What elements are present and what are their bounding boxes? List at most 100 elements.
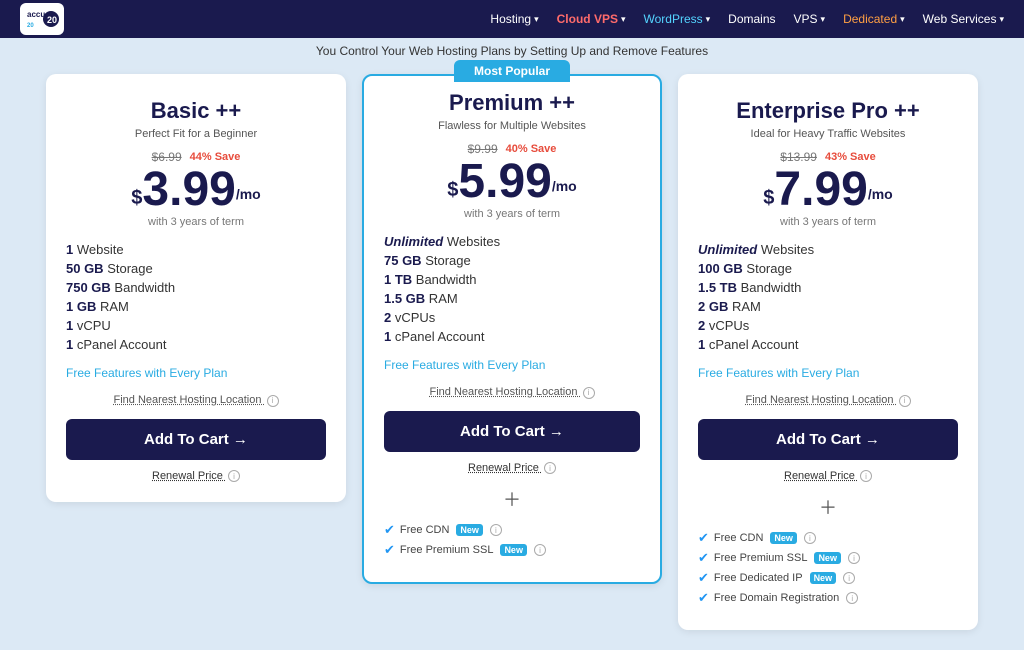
info-icon: i: [544, 462, 556, 474]
list-item: Unlimited Websites: [698, 242, 958, 257]
basic-original-price: $6.99: [152, 150, 182, 164]
premium-plan-card: Most Popular Premium ++ Flawless for Mul…: [362, 74, 662, 584]
info-icon: i: [490, 524, 502, 536]
basic-plan-subtitle: Perfect Fit for a Beginner: [66, 128, 326, 140]
premium-renewal-price: Renewal Price i: [384, 462, 640, 475]
pricing-section: Basic ++ Perfect Fit for a Beginner $6.9…: [0, 64, 1024, 650]
basic-hosting-location: Find Nearest Hosting Location i: [66, 394, 326, 407]
check-icon: ✔: [698, 570, 709, 586]
nav-link-vps[interactable]: VPS ▾: [794, 12, 826, 26]
list-item: 75 GB Storage: [384, 253, 640, 268]
enterprise-save-badge: 43% Save: [825, 151, 876, 163]
premium-plan-title: Premium ++: [384, 90, 640, 116]
nav-link-domains[interactable]: Domains: [728, 12, 775, 26]
premium-price-term: with 3 years of term: [384, 208, 640, 220]
chevron-down-icon: ▾: [999, 14, 1004, 25]
list-item: ✔ Free CDN New i: [384, 522, 640, 538]
list-item: 100 GB Storage: [698, 261, 958, 276]
list-item: ✔ Free Dedicated IP New i: [698, 570, 958, 586]
enterprise-plan-subtitle: Ideal for Heavy Traffic Websites: [698, 128, 958, 140]
enterprise-expand-button[interactable]: ＋: [698, 494, 958, 520]
basic-save-badge: 44% Save: [190, 151, 241, 163]
nav-item-domains[interactable]: Domains: [728, 12, 775, 26]
premium-hosting-location-link[interactable]: Find Nearest Hosting Location: [429, 386, 580, 398]
basic-main-price: $ 3.99 /mo: [66, 166, 326, 214]
nav-item-web-services[interactable]: Web Services ▾: [923, 12, 1004, 26]
logo-image: accu 20 20: [20, 3, 64, 35]
nav-links: Hosting ▾ Cloud VPS ▾ WordPress ▾ Domain…: [490, 12, 1004, 26]
nav-link-wordpress[interactable]: WordPress ▾: [644, 12, 711, 26]
nav-link-web-services[interactable]: Web Services ▾: [923, 12, 1004, 26]
info-icon: i: [228, 470, 240, 482]
list-item: 1 Website: [66, 242, 326, 257]
info-icon: i: [860, 470, 872, 482]
enterprise-hosting-location: Find Nearest Hosting Location i: [698, 394, 958, 407]
nav-link-cloud-vps[interactable]: Cloud VPS ▾: [557, 12, 626, 26]
list-item: ✔ Free Premium SSL New i: [698, 550, 958, 566]
nav-item-dedicated[interactable]: Dedicated ▾: [843, 12, 905, 26]
info-icon: i: [804, 532, 816, 544]
nav-link-hosting[interactable]: Hosting ▾: [490, 12, 538, 26]
basic-price-big: 3.99: [142, 166, 235, 214]
check-icon: ✔: [384, 522, 395, 538]
premium-dollar-sign: $: [447, 174, 458, 206]
list-item: 1 cPanel Account: [66, 337, 326, 352]
enterprise-renewal-price: Renewal Price i: [698, 470, 958, 483]
premium-renewal-link[interactable]: Renewal Price: [468, 462, 542, 474]
enterprise-features-list: Unlimited Websites 100 GB Storage 1.5 TB…: [698, 242, 958, 352]
enterprise-free-features-link[interactable]: Free Features with Every Plan: [698, 366, 958, 380]
list-item: 750 GB Bandwidth: [66, 280, 326, 295]
svg-text:accu: accu: [27, 10, 45, 19]
premium-price-big: 5.99: [458, 158, 551, 206]
enterprise-renewal-link[interactable]: Renewal Price: [784, 470, 858, 482]
basic-hosting-location-link[interactable]: Find Nearest Hosting Location: [113, 394, 264, 406]
premium-expand-button[interactable]: ＋: [384, 486, 640, 512]
enterprise-extras: ✔ Free CDN New i ✔ Free Premium SSL New …: [698, 530, 958, 606]
list-item: 50 GB Storage: [66, 261, 326, 276]
enterprise-plan-title: Enterprise Pro ++: [698, 98, 958, 124]
check-icon: ✔: [384, 542, 395, 558]
premium-free-features-link[interactable]: Free Features with Every Plan: [384, 358, 640, 372]
list-item: 2 vCPUs: [384, 310, 640, 325]
logo: accu 20 20: [20, 3, 64, 35]
info-icon: i: [846, 592, 858, 604]
check-icon: ✔: [698, 590, 709, 606]
basic-price-row: $6.99 44% Save: [66, 150, 326, 164]
nav-item-vps[interactable]: VPS ▾: [794, 12, 826, 26]
nav-item-hosting[interactable]: Hosting ▾: [490, 12, 538, 26]
enterprise-price-suffix: /mo: [868, 175, 893, 214]
chevron-down-icon: ▾: [821, 14, 826, 25]
enterprise-price-row: $13.99 43% Save: [698, 150, 958, 164]
chevron-down-icon: ▾: [706, 14, 711, 25]
enterprise-original-price: $13.99: [780, 150, 817, 164]
chevron-down-icon: ▾: [534, 14, 539, 25]
premium-extras: ✔ Free CDN New i ✔ Free Premium SSL New …: [384, 522, 640, 558]
check-icon: ✔: [698, 550, 709, 566]
chevron-down-icon: ▾: [900, 14, 905, 25]
check-icon: ✔: [698, 530, 709, 546]
premium-features-list: Unlimited Websites 75 GB Storage 1 TB Ba…: [384, 234, 640, 344]
enterprise-plan-card: Enterprise Pro ++ Ideal for Heavy Traffi…: [678, 74, 978, 630]
basic-price-suffix: /mo: [236, 175, 261, 214]
info-icon: i: [267, 395, 279, 407]
premium-add-to-cart-button[interactable]: Add To Cart →: [384, 411, 640, 452]
navbar: accu 20 20 Hosting ▾ Cloud VPS ▾ WordPre…: [0, 0, 1024, 38]
list-item: 1 cPanel Account: [698, 337, 958, 352]
premium-original-price: $9.99: [468, 142, 498, 156]
enterprise-dollar-sign: $: [763, 182, 774, 214]
enterprise-add-to-cart-button[interactable]: Add To Cart →: [698, 419, 958, 460]
nav-item-wordpress[interactable]: WordPress ▾: [644, 12, 711, 26]
basic-add-to-cart-button[interactable]: Add To Cart →: [66, 419, 326, 460]
info-icon: i: [843, 572, 855, 584]
premium-save-badge: 40% Save: [506, 143, 557, 155]
basic-renewal-link[interactable]: Renewal Price: [152, 470, 226, 482]
nav-item-cloud-vps[interactable]: Cloud VPS ▾: [557, 12, 626, 26]
list-item: 2 vCPUs: [698, 318, 958, 333]
premium-main-price: $ 5.99 /mo: [384, 158, 640, 206]
svg-text:20: 20: [47, 15, 57, 25]
nav-link-dedicated[interactable]: Dedicated ▾: [843, 12, 905, 26]
basic-free-features-link[interactable]: Free Features with Every Plan: [66, 366, 326, 380]
info-icon: i: [534, 544, 546, 556]
chevron-down-icon: ▾: [621, 14, 626, 25]
enterprise-hosting-location-link[interactable]: Find Nearest Hosting Location: [745, 394, 896, 406]
